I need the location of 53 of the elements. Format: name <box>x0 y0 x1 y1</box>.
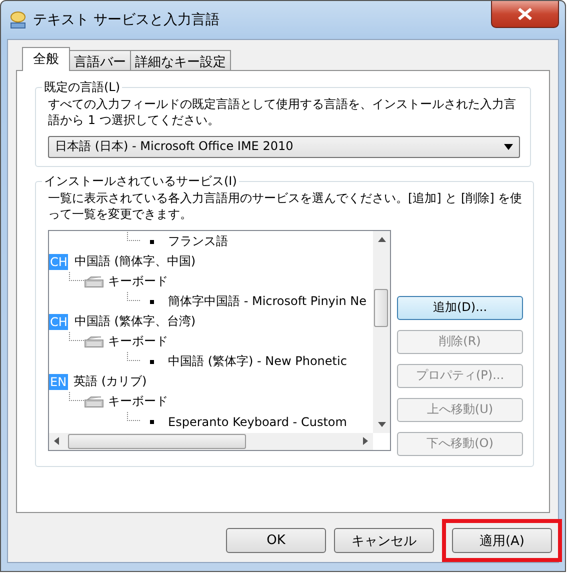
tree-line <box>127 412 140 422</box>
tree-item[interactable]: 中国語 (簡体字、中国) <box>74 253 196 270</box>
tree-line <box>127 352 140 362</box>
tab[interactable]: 詳細なキー設定 <box>130 50 231 70</box>
tree-line <box>127 292 140 302</box>
language-dropdown[interactable]: 日本語 (日本) - Microsoft Office IME 2010 <box>48 136 520 158</box>
bullet-icon <box>150 300 154 304</box>
dialog-button[interactable]: キャンセル <box>334 528 434 553</box>
description-text: すべての入力フィールドの既定言語として使用する言語を、インストールされた入力言語から 1 つ選択してください。 <box>48 96 517 128</box>
keyboard-icon <box>84 396 104 408</box>
tree-line <box>127 232 140 242</box>
dialog-button[interactable]: OK <box>226 528 326 553</box>
group-heading: 既定の言語(L) <box>43 78 122 96</box>
language-badge: CH <box>49 314 68 330</box>
dialog-button[interactable]: 適用(A) <box>452 528 552 553</box>
tree-item[interactable]: Esperanto Keyboard - Custom <box>168 414 347 429</box>
dropdown-arrow-icon <box>504 144 513 150</box>
tree-item[interactable]: 簡体字中国語 - Microsoft Pinyin Ne <box>168 293 367 310</box>
tree-item[interactable]: フランス語 <box>168 233 228 250</box>
scroll-thumb[interactable] <box>374 288 388 327</box>
tab[interactable]: 全般 <box>22 46 70 71</box>
window-title: テキスト サービスと入力言語 <box>33 11 220 29</box>
scroll-right-icon <box>363 437 368 446</box>
tree-item[interactable]: キーボード <box>108 273 168 290</box>
scroll-thumb[interactable] <box>68 434 246 449</box>
close-icon <box>517 8 533 20</box>
keyboard-icon <box>84 336 104 348</box>
tree-item[interactable]: キーボード <box>108 393 168 410</box>
group-heading: インストールされているサービス(I) <box>43 172 238 190</box>
tree-item[interactable]: キーボード <box>108 333 168 350</box>
vertical-scrollbar[interactable] <box>373 230 390 433</box>
tree-item[interactable]: 英語 (カリブ) <box>74 373 147 390</box>
close-button[interactable] <box>491 1 559 28</box>
keyboard-icon <box>84 276 104 288</box>
scroll-down-icon <box>378 422 386 427</box>
description-text: 一覧に表示されている各入力言語用のサービスを選んでください。[追加] と [削除] を使って一覧を変更できます。 <box>48 190 523 222</box>
tree-line <box>69 332 84 342</box>
tab[interactable]: 言語バー <box>69 50 131 70</box>
speech-bubble-keyboard-icon <box>9 11 27 29</box>
language-badge: CH <box>49 254 68 270</box>
action-button[interactable]: 追加(D)... <box>397 296 523 320</box>
bullet-icon <box>150 240 154 244</box>
horizontal-scrollbar[interactable] <box>49 432 373 450</box>
tree-item[interactable]: 中国語 (繁体字、台湾) <box>74 313 196 330</box>
services-tree[interactable]: フランス語 CH 中国語 (簡体字、中国) キーボード 簡体字中国語 - Microsoft Pinyin Ne CH 中国語 (繁体字、台湾) キーボード 中国語 (繁体字) - New Phonetic EN 英語 (カリブ) キーボード Esperanto Keyboard - Custom <box>48 230 391 451</box>
tree-line <box>69 272 84 282</box>
tree-item[interactable]: 中国語 (繁体字) - New Phonetic <box>168 353 347 370</box>
scroll-left-icon <box>54 437 59 446</box>
language-badge: EN <box>49 374 68 390</box>
tree-line <box>69 392 84 402</box>
bullet-icon <box>150 420 154 424</box>
scroll-up-icon <box>378 236 386 242</box>
bullet-icon <box>150 360 154 364</box>
